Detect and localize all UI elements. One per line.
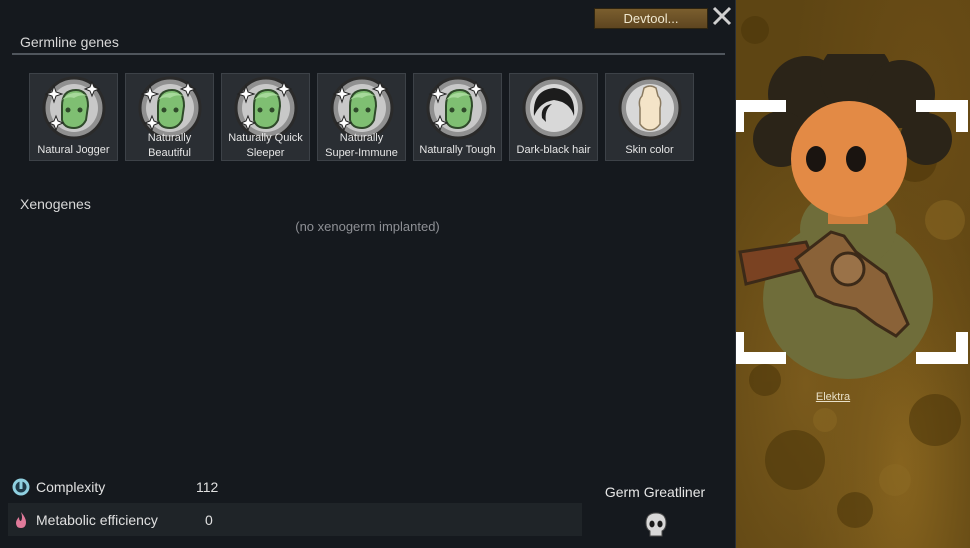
xenogenes-empty-message: (no xenogerm implanted): [295, 219, 440, 234]
gene-head-icon: [426, 76, 490, 140]
gene-label: Skin color: [625, 144, 674, 156]
gene-label: Dark-black hair: [516, 144, 591, 156]
complexity-icon: [12, 478, 30, 496]
gene-card-naturally-super-immune[interactable]: Naturally Super-Immune: [317, 73, 406, 161]
metabolic-efficiency-label: Metabolic efficiency: [36, 512, 158, 528]
genes-window: Devtool... Germline genes Natural Jogger: [0, 0, 735, 548]
gene-card-naturally-beautiful[interactable]: Naturally Beautiful: [125, 73, 214, 161]
pawn-name-label[interactable]: Elektra: [800, 391, 866, 403]
gene-card-natural-jogger[interactable]: Natural Jogger: [29, 73, 118, 161]
gene-card-naturally-quick-sleeper[interactable]: Naturally Quick Sleeper: [221, 73, 310, 161]
pawn-portrait[interactable]: [736, 54, 970, 394]
gene-label: Naturally Beautiful: [147, 132, 192, 159]
metabolic-efficiency-value: 0: [205, 512, 213, 528]
xenotype-skull-icon[interactable]: [644, 512, 668, 538]
gene-head-icon: [42, 76, 106, 140]
xenogenes-title: Xenogenes: [20, 196, 91, 212]
close-icon[interactable]: [710, 4, 734, 28]
complexity-value: 112: [196, 479, 219, 495]
section-divider: [12, 53, 725, 55]
xenotype-name: Germ Greatliner: [604, 484, 706, 500]
hair-icon: [522, 76, 586, 140]
gene-label: Naturally Tough: [419, 144, 496, 156]
complexity-label: Complexity: [36, 479, 106, 495]
complexity-row[interactable]: Complexity 112: [8, 470, 582, 503]
germline-genes-title: Germline genes: [20, 34, 119, 50]
gene-label: Natural Jogger: [37, 144, 110, 156]
gene-card-dark-black-hair[interactable]: Dark-black hair: [509, 73, 598, 161]
skin-color-icon: [618, 76, 682, 140]
metabolic-efficiency-row[interactable]: Metabolic efficiency 0: [8, 503, 582, 536]
gene-label: Naturally Quick Sleeper: [228, 132, 303, 159]
metabolism-flame-icon: [16, 512, 26, 528]
devtool-button[interactable]: Devtool...: [594, 8, 708, 29]
gene-label: Naturally Super-Immune: [325, 132, 398, 159]
gene-card-naturally-tough[interactable]: Naturally Tough: [413, 73, 502, 161]
gene-card-skin-color[interactable]: Skin color: [605, 73, 694, 161]
